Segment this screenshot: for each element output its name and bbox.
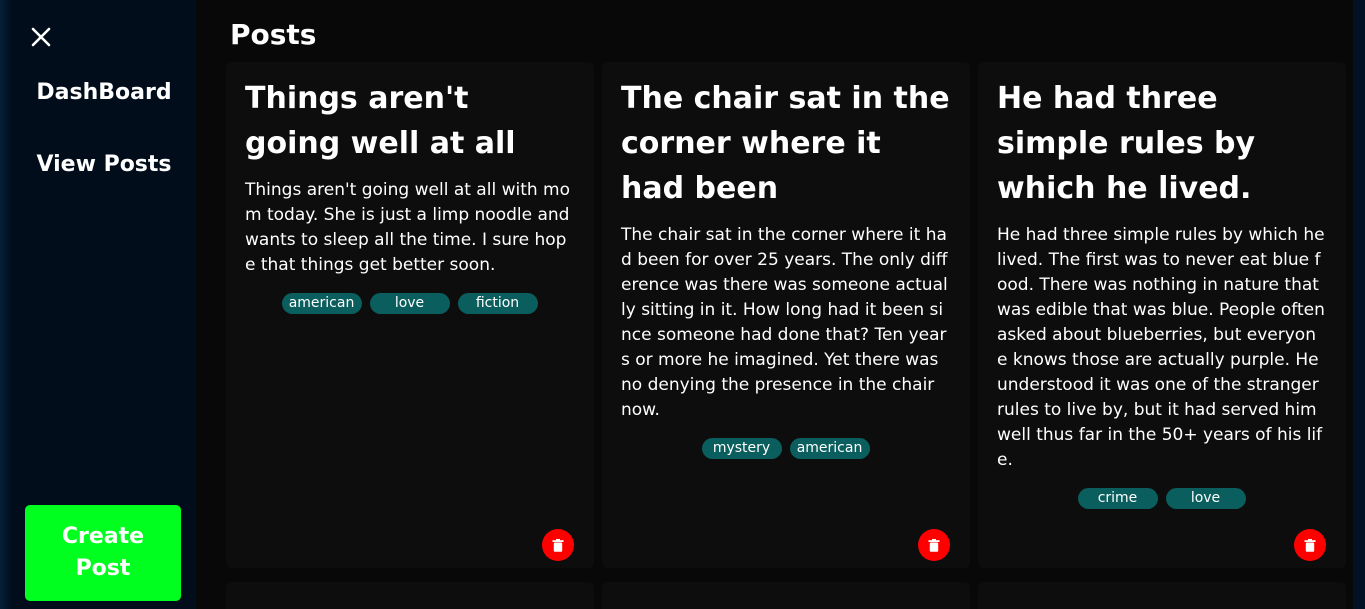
tag-chip[interactable]: american xyxy=(281,293,362,314)
post-body: Things aren't going well at all with mom… xyxy=(245,180,571,275)
post-tags: crime love xyxy=(997,488,1326,509)
post-card-next-row xyxy=(226,582,594,609)
create-post-button[interactable]: Create Post xyxy=(25,505,181,601)
page-title: Posts xyxy=(230,18,317,51)
tag-chip[interactable]: fiction xyxy=(457,293,538,314)
post-title: Things aren't going well at all xyxy=(245,81,516,161)
delete-post-button[interactable] xyxy=(542,529,574,561)
post-tags: mystery american xyxy=(621,438,950,459)
post-title: The chair sat in the corner where it had… xyxy=(621,81,950,206)
sidebar-item-dashboard[interactable]: DashBoard xyxy=(14,80,194,105)
post-tags: american love fiction xyxy=(245,293,574,314)
trash-icon xyxy=(552,538,564,552)
delete-post-button[interactable] xyxy=(918,529,950,561)
app: DashBoard View Posts Create Post Posts T… xyxy=(0,0,1365,609)
post-title: He had three simple rules by which he li… xyxy=(997,81,1256,206)
post-body: He had three simple rules by which he li… xyxy=(997,225,1325,470)
close-sidebar-button[interactable] xyxy=(28,24,54,50)
tag-chip[interactable]: love xyxy=(369,293,450,314)
post-card: The chair sat in the corner where it had… xyxy=(602,62,970,568)
create-post-label: Create Post xyxy=(61,524,145,581)
tag-chip[interactable]: love xyxy=(1165,488,1246,509)
trash-icon xyxy=(1304,538,1316,552)
sidebar-item-view-posts[interactable]: View Posts xyxy=(14,152,194,177)
sidebar: DashBoard View Posts Create Post xyxy=(0,0,196,609)
tag-chip[interactable]: crime xyxy=(1077,488,1158,509)
posts-main: Posts Things aren't going well at all Th… xyxy=(196,0,1353,609)
tag-chip[interactable]: mystery xyxy=(701,438,782,459)
post-body: The chair sat in the corner where it had… xyxy=(621,225,948,420)
tag-chip[interactable]: american xyxy=(789,438,870,459)
close-icon xyxy=(31,27,51,47)
post-card: Things aren't going well at all Things a… xyxy=(226,62,594,568)
scrollbar-track[interactable] xyxy=(1353,0,1365,609)
delete-post-button[interactable] xyxy=(1294,529,1326,561)
post-card-next-row xyxy=(978,582,1346,609)
post-card-next-row xyxy=(602,582,970,609)
post-card: He had three simple rules by which he li… xyxy=(978,62,1346,568)
trash-icon xyxy=(928,538,940,552)
